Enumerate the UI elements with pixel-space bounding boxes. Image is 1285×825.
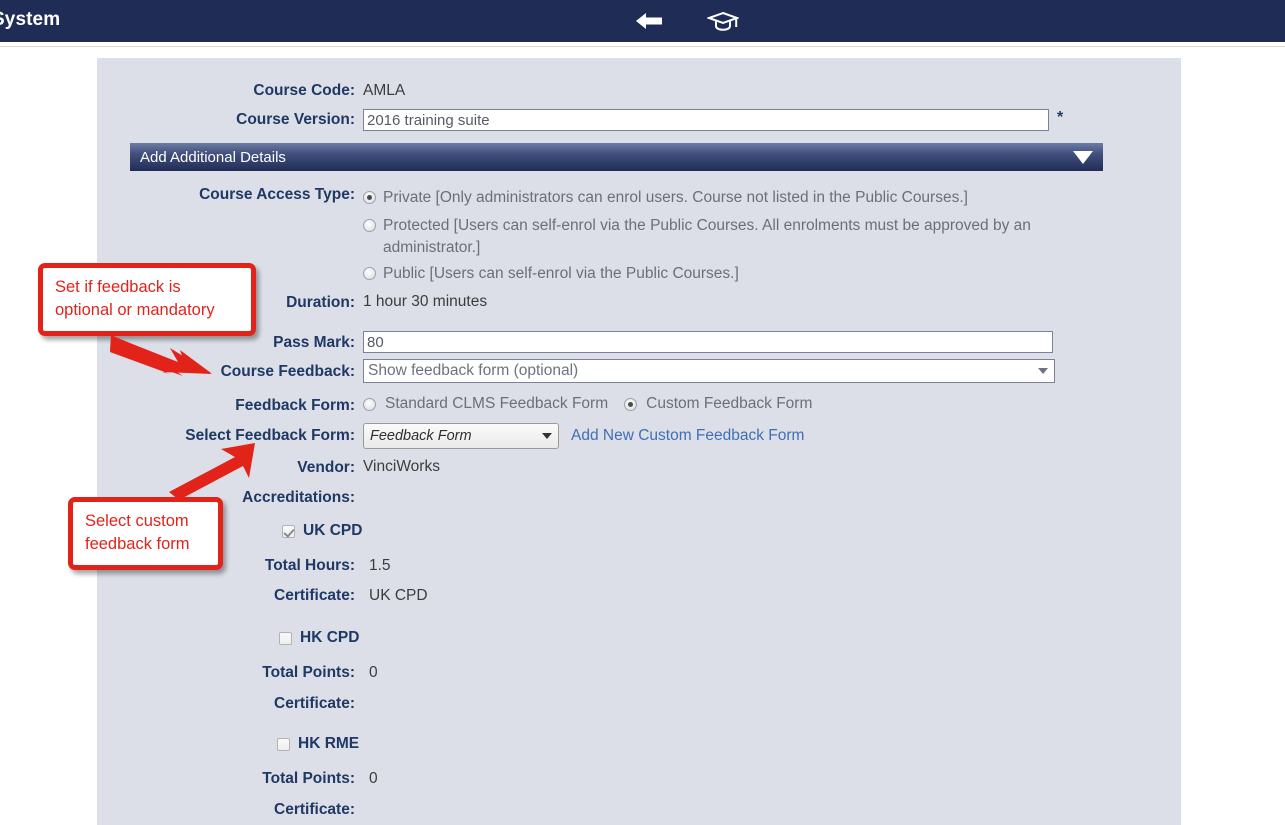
access-type-option-protected[interactable]: Protected [Users can self-enrol via the …: [363, 215, 1103, 259]
accreditation-name-uk-cpd: UK CPD: [303, 522, 363, 539]
course-feedback-label: Course Feedback:: [220, 363, 355, 380]
radio-custom-feedback-form[interactable]: [624, 397, 638, 411]
radio-standard-clms-feedback-form[interactable]: [363, 397, 376, 411]
certificate-label-hk-rme: Certificate:: [274, 801, 355, 818]
chevron-down-icon[interactable]: [1073, 150, 1093, 164]
section-title: Add Additional Details: [140, 148, 286, 166]
access-type-protected-label: Protected [Users can self-enrol via the …: [383, 217, 1031, 256]
accreditation-checkbox-row-hk-cpd[interactable]: HK CPD: [279, 629, 359, 647]
chevron-down-icon[interactable]: [1038, 368, 1048, 374]
total-points-value-hk-cpd: 0: [369, 664, 378, 681]
annotation-callout-select-custom-form: Select custom feedback form: [68, 497, 223, 570]
chevron-down-icon[interactable]: [542, 433, 552, 439]
course-details-panel: Course Code: AMLA Course Version: * Add …: [97, 58, 1181, 825]
graduation-cap-icon[interactable]: [706, 8, 740, 34]
checkbox-uk-cpd[interactable]: [282, 524, 295, 538]
access-type-public-label: Public [Users can self-enrol via the Pub…: [383, 265, 739, 282]
select-feedback-form-label: Select Feedback Form:: [185, 427, 355, 444]
total-points-label-hk-rme: Total Points:: [262, 770, 355, 787]
course-feedback-selected-value: Show feedback form (optional): [368, 362, 579, 379]
total-points-label-hk-cpd: Total Points:: [262, 664, 355, 681]
pass-mark-input[interactable]: [363, 331, 1053, 353]
annotation-callout-feedback-optional: Set if feedback is optional or mandatory: [38, 263, 256, 336]
certificate-label-uk-cpd: Certificate:: [274, 587, 355, 604]
radio-protected[interactable]: [363, 219, 376, 232]
header-divider: [0, 42, 1285, 47]
vendor-label: Vendor:: [297, 459, 355, 476]
course-version-input[interactable]: [363, 109, 1049, 131]
course-feedback-select[interactable]: Show feedback form (optional): [363, 359, 1055, 383]
access-type-option-private[interactable]: Private [Only administrators can enrol u…: [363, 187, 1103, 209]
select-feedback-form-dropdown[interactable]: Feedback Form: [363, 423, 559, 449]
radio-private[interactable]: [363, 191, 376, 204]
checkbox-hk-cpd[interactable]: [279, 631, 292, 645]
vendor-value: VinciWorks: [363, 458, 440, 475]
course-access-type-label: Course Access Type:: [199, 186, 355, 203]
add-additional-details-header[interactable]: Add Additional Details: [130, 143, 1103, 171]
access-type-private-label: Private [Only administrators can enrol u…: [383, 189, 968, 206]
certificate-label-hk-cpd: Certificate:: [274, 695, 355, 712]
required-asterisk: *: [1057, 109, 1064, 126]
radio-public[interactable]: [363, 267, 376, 280]
course-code-value: AMLA: [363, 82, 406, 99]
pass-mark-label: Pass Mark:: [273, 334, 355, 351]
duration-value: 1 hour 30 minutes: [363, 293, 488, 310]
app-header-bar: System: [0, 0, 1285, 43]
total-hours-value-uk-cpd: 1.5: [369, 557, 391, 574]
add-new-custom-feedback-form-link[interactable]: Add New Custom Feedback Form: [571, 427, 804, 445]
course-code-label: Course Code:: [253, 82, 355, 99]
app-header-actions: [632, 8, 740, 34]
feedback-form-label: Feedback Form:: [235, 397, 355, 414]
standard-clms-feedback-form-label: Standard CLMS Feedback Form: [385, 395, 609, 412]
accreditation-name-hk-cpd: HK CPD: [300, 629, 360, 646]
app-title: System: [0, 9, 61, 30]
accreditation-name-hk-rme: HK RME: [298, 735, 360, 752]
accreditation-checkbox-row-hk-rme[interactable]: HK RME: [277, 735, 359, 753]
custom-feedback-form-label: Custom Feedback Form: [646, 395, 813, 412]
certificate-value-uk-cpd: UK CPD: [369, 587, 428, 604]
select-feedback-form-value: Feedback Form: [370, 428, 472, 444]
course-version-label: Course Version:: [236, 111, 355, 128]
access-type-option-public[interactable]: Public [Users can self-enrol via the Pub…: [363, 263, 1103, 285]
back-arrow-icon[interactable]: [632, 8, 666, 34]
total-points-value-hk-rme: 0: [369, 770, 378, 787]
checkbox-hk-rme[interactable]: [277, 737, 290, 751]
accreditation-checkbox-row-uk-cpd[interactable]: UK CPD: [282, 522, 362, 540]
